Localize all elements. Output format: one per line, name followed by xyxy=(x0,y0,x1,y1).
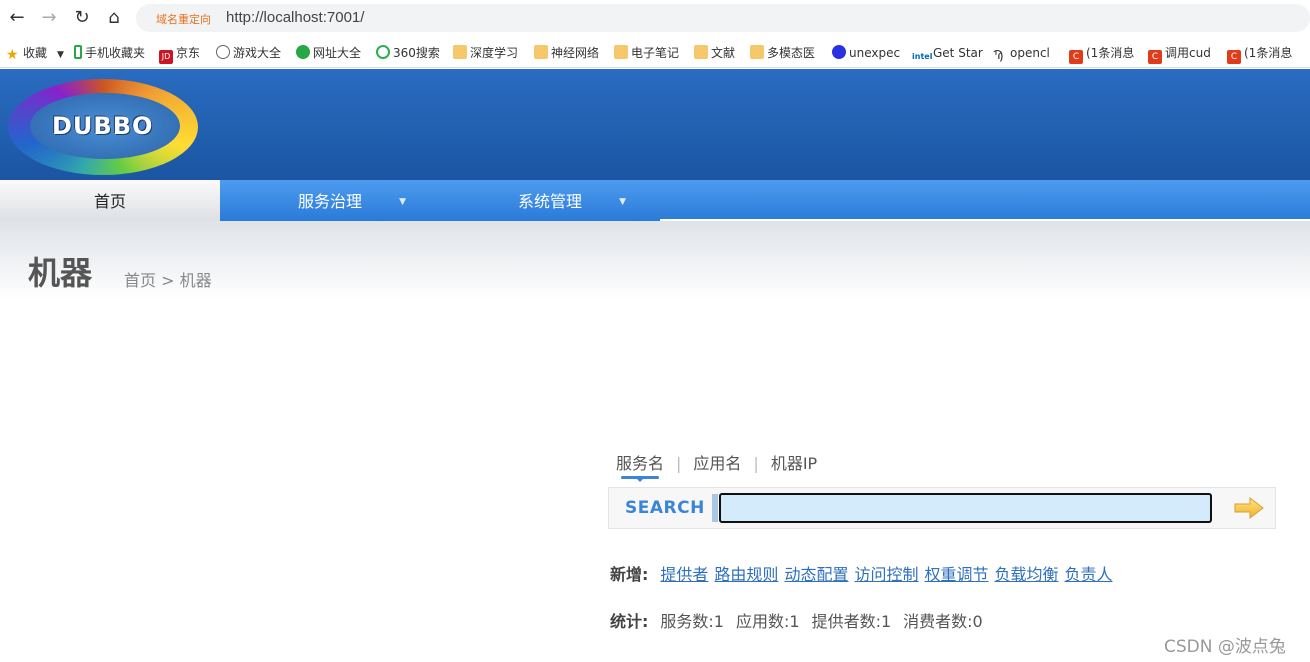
folder-icon xyxy=(694,45,708,59)
bookmark-item[interactable]: C (1条消息 xyxy=(1227,45,1292,64)
bookmark-item[interactable]: unexpec xyxy=(832,45,900,61)
reload-icon[interactable]: ↻ xyxy=(71,7,93,29)
search-tabs: 服务名 | 应用名 | 机器IP xyxy=(616,450,817,474)
stat-provider-count: 提供者数:1 xyxy=(811,612,892,631)
chevron-down-icon[interactable]: ▼ xyxy=(57,50,64,60)
bookmark-item[interactable]: JD 京东 xyxy=(159,45,200,64)
add-load-balance-link[interactable]: 负载均衡 xyxy=(994,565,1058,584)
add-route-rule-link[interactable]: 路由规则 xyxy=(714,565,778,584)
bookmark-item[interactable]: C (1条消息 xyxy=(1069,45,1134,64)
logo-text: DUBBO xyxy=(52,112,154,140)
star-icon: ★ xyxy=(6,47,19,63)
page-title: 机器 xyxy=(28,254,93,292)
tab-app-name[interactable]: 应用名 xyxy=(693,450,741,474)
bookmark-item[interactable]: Ϡopencl xyxy=(993,45,1050,62)
stats-row: 统计: 服务数:1 应用数:1 提供者数:1 消费者数:0 xyxy=(610,608,995,632)
bookmark-folder[interactable]: 电子笔记 xyxy=(614,45,679,61)
site-nav-icon xyxy=(296,45,310,59)
back-icon[interactable]: ← xyxy=(6,7,28,29)
breadcrumb: 首页 > 机器 xyxy=(124,271,212,290)
stat-app-count: 应用数:1 xyxy=(735,612,800,631)
dubbo-logo[interactable]: DUBBO xyxy=(8,79,198,175)
chevron-down-icon: ▼ xyxy=(619,197,626,207)
watermark: CSDN @波点兔 xyxy=(1164,637,1286,657)
stats-label: 统计: xyxy=(610,612,649,631)
stat-service-count: 服务数:1 xyxy=(660,612,724,631)
bookmark-folder[interactable]: 多模态医 xyxy=(750,45,815,61)
menu-system-management[interactable]: 系统管理 ▼ xyxy=(440,180,660,221)
csdn-icon: C xyxy=(1227,50,1241,64)
search-box: SEARCH xyxy=(608,487,1276,529)
search-label: SEARCH xyxy=(625,498,705,518)
bookmark-item[interactable]: 游戏大全 xyxy=(216,45,281,61)
add-row: 新增: 提供者 路由规则 动态配置 访问控制 权重调节 负载均衡 负责人 xyxy=(610,561,1119,585)
csdn-icon: C xyxy=(1069,50,1083,64)
forward-icon[interactable]: → xyxy=(38,7,60,29)
app-header: DUBBO xyxy=(0,69,1310,180)
menu-service-governance[interactable]: 服务治理 ▼ xyxy=(220,180,440,221)
tab-separator: | xyxy=(753,454,759,473)
opencl-icon: Ϡ xyxy=(993,48,1004,62)
add-label: 新增: xyxy=(610,565,649,584)
tab-separator: | xyxy=(676,454,682,473)
add-provider-link[interactable]: 提供者 xyxy=(660,565,708,584)
browser-toolbar: ← → ↻ ⌂ 域名重定向 http://localhost:7001/ xyxy=(0,0,1310,38)
chevron-down-icon: ▼ xyxy=(399,197,406,207)
jd-icon: JD xyxy=(159,50,173,64)
tab-service-name[interactable]: 服务名 xyxy=(616,450,664,474)
intel-icon: intel xyxy=(912,52,933,61)
bookmark-favorites[interactable]: ★ 收藏 ▼ xyxy=(6,45,64,63)
redirect-tag: 域名重定向 xyxy=(156,13,211,26)
phone-icon xyxy=(74,45,82,59)
stat-consumer-count: 消费者数:0 xyxy=(903,612,983,631)
tab-machine-ip[interactable]: 机器IP xyxy=(771,450,817,474)
arrow-right-icon[interactable] xyxy=(1234,497,1264,519)
search-input-edge xyxy=(712,494,718,522)
menu-home[interactable]: 首页 xyxy=(0,180,220,221)
bookmark-item[interactable]: 手机收藏夹 xyxy=(74,45,145,61)
active-tab-notch xyxy=(636,478,644,482)
main-menu: 首页 服务治理 ▼ 系统管理 ▼ xyxy=(0,180,1310,221)
bookmark-item[interactable]: 网址大全 xyxy=(296,45,361,61)
bookmark-folder[interactable]: 文献 xyxy=(694,45,735,61)
folder-icon xyxy=(614,45,628,59)
add-weight-link[interactable]: 权重调节 xyxy=(924,565,988,584)
folder-icon xyxy=(534,45,548,59)
bookmark-folder[interactable]: 神经网络 xyxy=(534,45,599,61)
bookmark-folder[interactable]: 深度学习 xyxy=(453,45,518,61)
folder-icon xyxy=(453,45,467,59)
csdn-icon: C xyxy=(1148,50,1162,64)
search-input[interactable] xyxy=(719,493,1212,523)
bookmarks-bar: ★ 收藏 ▼ 手机收藏夹 JD 京东 游戏大全 网址大全 360搜索 深度学习 神经网… xyxy=(0,38,1310,68)
baidu-icon xyxy=(832,45,846,59)
url-text[interactable]: http://localhost:7001/ xyxy=(226,9,364,26)
add-dynamic-config-link[interactable]: 动态配置 xyxy=(784,565,848,584)
search-360-icon xyxy=(376,45,390,59)
bookmark-item[interactable]: intelGet Star xyxy=(912,45,983,61)
bookmark-item[interactable]: 360搜索 xyxy=(376,45,440,61)
add-access-control-link[interactable]: 访问控制 xyxy=(854,565,918,584)
home-icon[interactable]: ⌂ xyxy=(103,7,125,29)
globe-icon xyxy=(216,45,230,59)
bookmark-item[interactable]: C 调用cud xyxy=(1148,45,1211,64)
address-bar[interactable]: 域名重定向 http://localhost:7001/ xyxy=(136,4,1310,32)
add-owner-link[interactable]: 负责人 xyxy=(1065,565,1113,584)
folder-icon xyxy=(750,45,764,59)
